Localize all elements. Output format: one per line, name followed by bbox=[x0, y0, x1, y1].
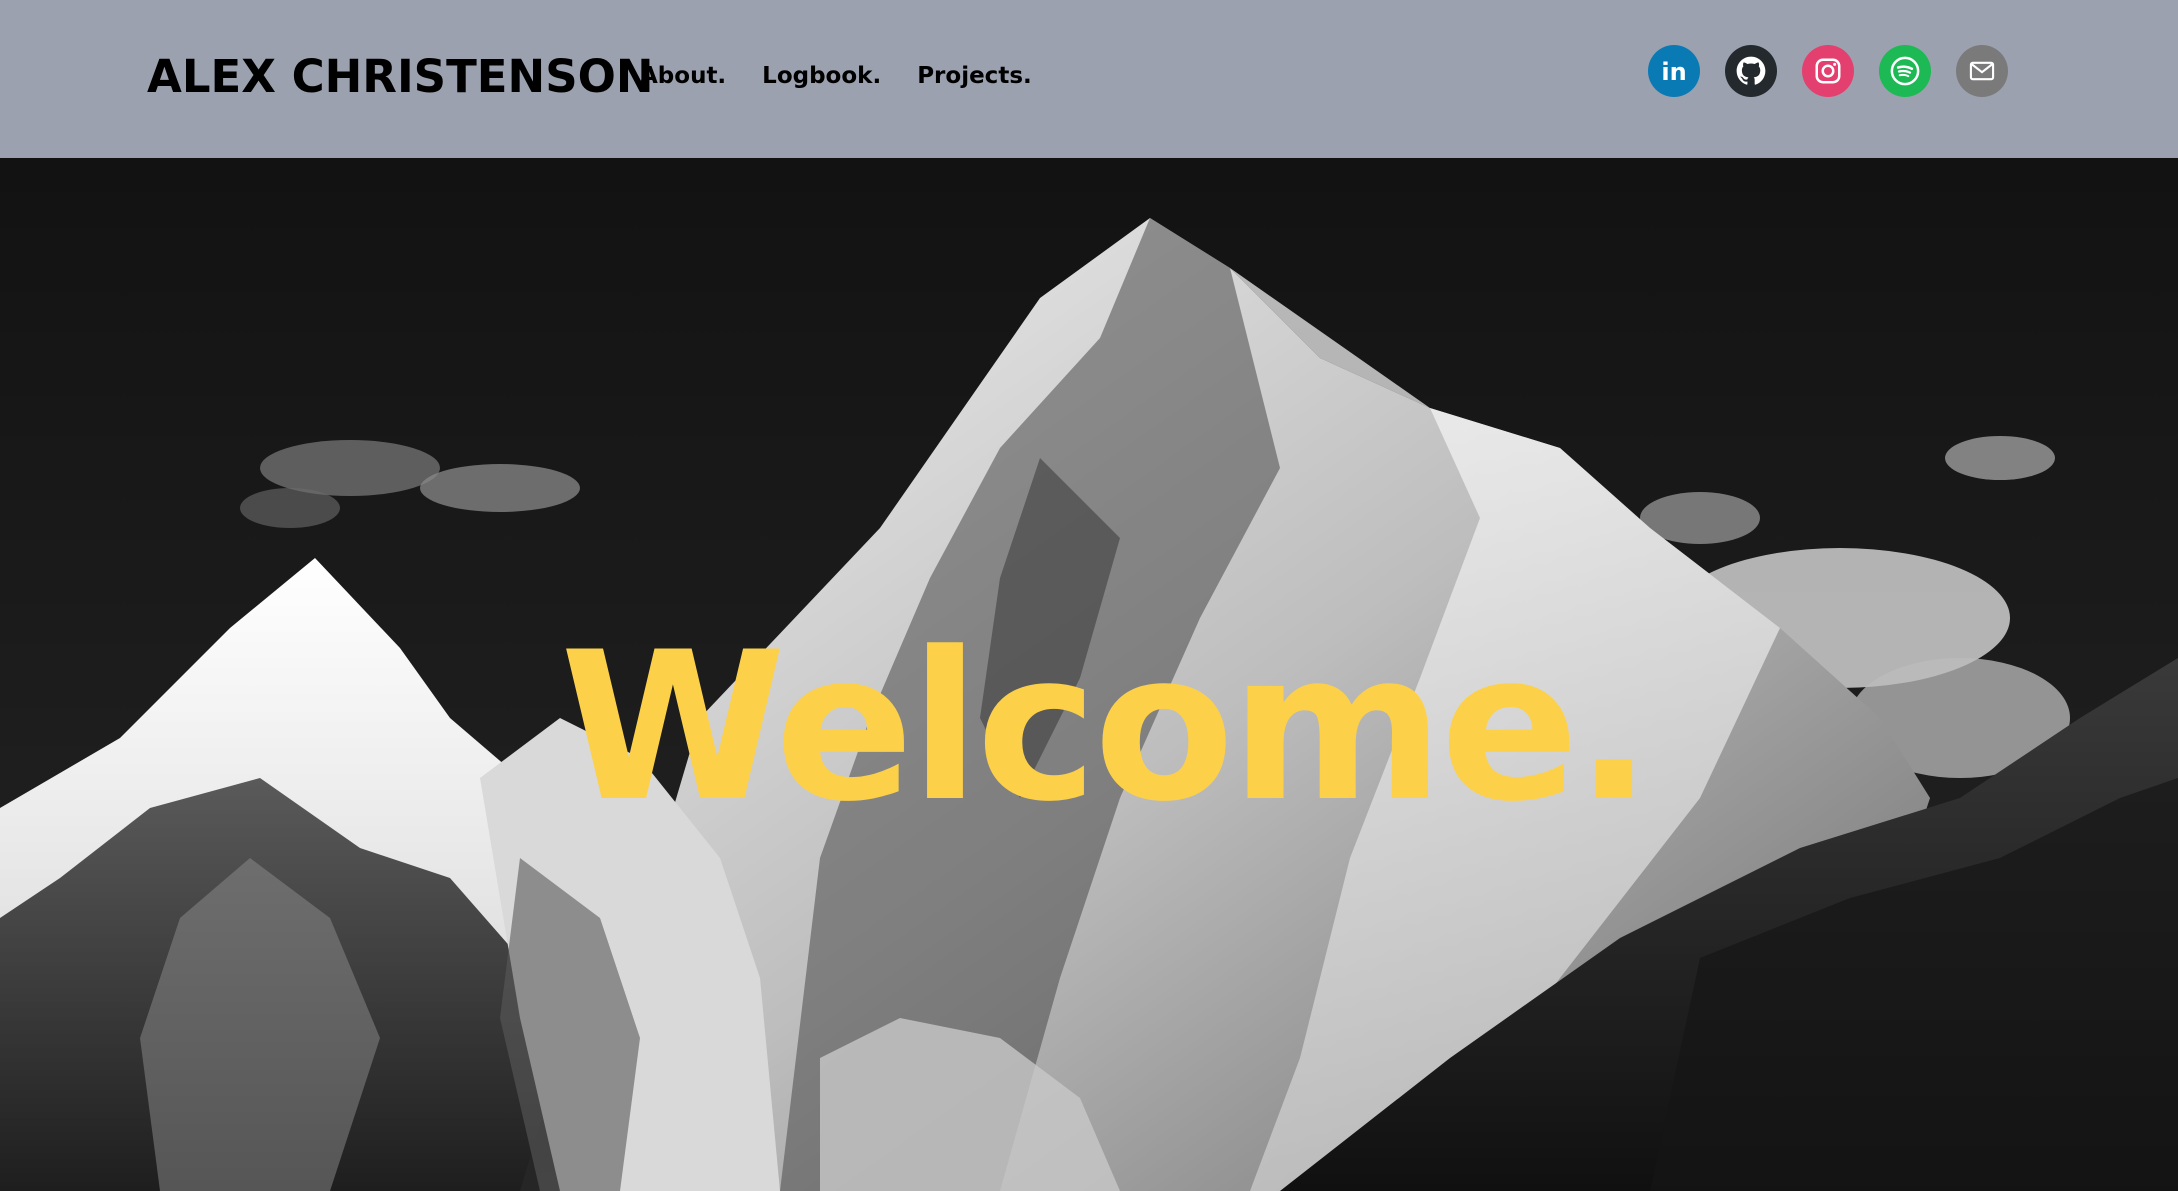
site-title[interactable]: ALEX CHRISTENSON bbox=[147, 47, 654, 107]
instagram-icon bbox=[1815, 58, 1841, 84]
spotify-icon bbox=[1890, 56, 1920, 86]
nav-link-logbook[interactable]: Logbook. bbox=[762, 56, 881, 96]
main-nav: About. Logbook. Projects. bbox=[640, 56, 1032, 96]
linkedin-button[interactable]: in bbox=[1648, 45, 1700, 97]
hero-heading: Welcome. bbox=[560, 609, 1653, 847]
spotify-button[interactable] bbox=[1879, 45, 1931, 97]
hero-section: Welcome. bbox=[0, 158, 2178, 1191]
email-button[interactable] bbox=[1956, 45, 2008, 97]
nav-link-about[interactable]: About. bbox=[640, 56, 726, 96]
email-icon bbox=[1969, 61, 1995, 81]
site-header: ALEX CHRISTENSON About. Logbook. Project… bbox=[0, 0, 2178, 158]
svg-text:in: in bbox=[1661, 58, 1686, 86]
nav-link-projects[interactable]: Projects. bbox=[917, 56, 1032, 96]
github-button[interactable] bbox=[1725, 45, 1777, 97]
github-icon bbox=[1736, 56, 1766, 85]
instagram-button[interactable] bbox=[1802, 45, 1854, 97]
linkedin-icon: in bbox=[1661, 58, 1686, 86]
social-links: in bbox=[1648, 45, 2008, 97]
